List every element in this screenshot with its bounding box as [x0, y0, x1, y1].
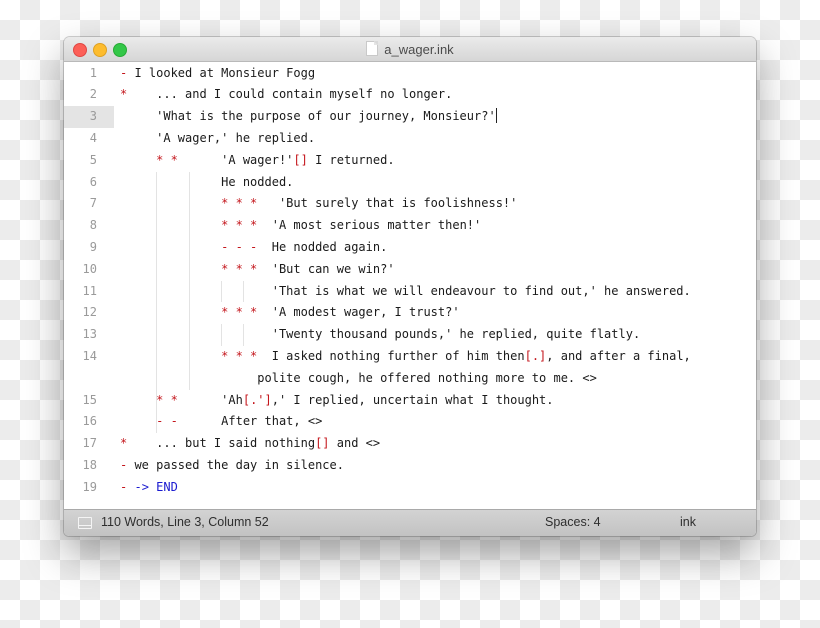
ink-markup-token: * * * — [221, 305, 258, 320]
line-number: 17 — [82, 436, 97, 451]
code-text: I asked nothing further of him then — [257, 348, 525, 363]
ink-markup-token: [.] — [524, 348, 547, 363]
code-line[interactable]: * * 'Ah[.'],' I replied, uncertain what … — [120, 390, 554, 412]
text-cursor — [495, 108, 497, 124]
document-icon — [366, 41, 379, 56]
code-text: polite cough, he offered nothing more to… — [120, 370, 597, 385]
line-number: 6 — [89, 174, 97, 189]
line-number: 14 — [82, 348, 97, 363]
code-line[interactable]: - - After that, <> — [120, 411, 322, 433]
code-line[interactable]: * * * I asked nothing further of him the… — [120, 346, 691, 368]
divert-token: -> END — [134, 479, 178, 494]
code-line[interactable]: * ... and I could contain myself no long… — [120, 84, 452, 106]
code-line[interactable]: 'Twenty thousand pounds,' he replied, qu… — [120, 324, 640, 346]
code-line[interactable]: polite cough, he offered nothing more to… — [120, 368, 597, 390]
line-number: 18 — [82, 457, 97, 472]
code-text: ... but I said nothing — [127, 436, 316, 451]
code-text: 'Twenty thousand pounds,' he replied, qu… — [120, 327, 641, 342]
line-number: 7 — [89, 196, 97, 211]
code-text: 'But surely that is foolishness!' — [257, 196, 518, 211]
code-text: 'A most serious matter then!' — [257, 218, 482, 233]
code-text: 'Ah — [177, 392, 243, 407]
code-line[interactable]: * * * 'A most serious matter then!' — [120, 215, 481, 237]
editor-window: a_wager.ink 1 2 3 4 5 6 7 8 9 10 11 12 13 14 15 16 17 18 1… — [64, 37, 756, 536]
line-number-gutter: 1 2 3 4 5 6 7 8 9 10 11 12 13 14 15 16 17 18 19 — [64, 62, 114, 510]
line-number: 3 — [89, 109, 97, 124]
code-text: After that, <> — [177, 414, 323, 429]
code-text: He nodded. — [120, 174, 294, 189]
code-text: 'A wager!' — [177, 152, 294, 167]
code-text: 'But can we win?' — [257, 261, 395, 276]
code-line[interactable]: * * * 'But can we win?' — [120, 259, 395, 281]
code-line[interactable]: * ... but I said nothing[] and <> — [120, 433, 380, 455]
line-number: 10 — [82, 261, 97, 276]
syntax-status[interactable]: ink — [680, 515, 696, 529]
code-line[interactable]: 'That is what we will endeavour to find … — [120, 281, 691, 303]
ink-markup-token: - - — [156, 414, 178, 429]
ink-markup-token: [.'] — [242, 392, 272, 407]
ink-markup-token: * * * — [221, 196, 258, 211]
ink-markup-token: [] — [293, 152, 308, 167]
ink-markup-token: * * * — [221, 261, 258, 276]
line-number: 5 — [89, 152, 97, 167]
status-bar: 110 Words, Line 3, Column 52 Spaces: 4 i… — [64, 509, 756, 536]
window-title-text: a_wager.ink — [384, 42, 454, 57]
line-number: 13 — [82, 327, 97, 342]
title-bar[interactable]: a_wager.ink — [64, 37, 756, 62]
line-number: 16 — [82, 414, 97, 429]
ink-markup-token: [] — [315, 436, 330, 451]
code-line[interactable]: - - - He nodded again. — [120, 237, 387, 259]
window-title: a_wager.ink — [64, 41, 756, 57]
code-line[interactable]: 'A wager,' he replied. — [120, 128, 315, 150]
line-number: 1 — [89, 65, 97, 80]
line-number: 8 — [89, 218, 97, 233]
code-text: ,' I replied, uncertain what I thought. — [271, 392, 554, 407]
line-number: 11 — [82, 283, 97, 298]
line-number: 2 — [89, 87, 97, 102]
line-number: 19 — [82, 479, 97, 494]
code-text: I returned. — [307, 152, 395, 167]
code-text: 'What is the purpose of our journey, Mon… — [120, 109, 496, 124]
indentation-status[interactable]: Spaces: 4 — [545, 515, 601, 529]
line-number: 15 — [82, 392, 97, 407]
code-text: we passed the day in silence. — [127, 457, 344, 472]
ink-markup-token: * * — [156, 392, 178, 407]
code-text: , and after a final, — [546, 348, 691, 363]
cursor-position-status[interactable]: 110 Words, Line 3, Column 52 — [101, 515, 269, 529]
ink-markup-token: * * — [156, 152, 178, 167]
line-number: 4 — [89, 130, 97, 145]
code-line[interactable]: - I looked at Monsieur Fogg — [120, 63, 315, 85]
line-number: 12 — [82, 305, 97, 320]
ink-markup-token: - - - — [221, 239, 258, 254]
code-text: ... and I could contain myself no longer… — [127, 87, 453, 102]
panel-toggle-icon[interactable] — [78, 517, 92, 529]
ink-markup-token: * * * — [221, 218, 258, 233]
code-line[interactable]: - we passed the day in silence. — [120, 455, 344, 477]
code-text: 'A wager,' he replied. — [120, 130, 316, 145]
code-text: He nodded again. — [257, 239, 388, 254]
code-line[interactable]: * * * 'But surely that is foolishness!' — [120, 193, 517, 215]
code-line[interactable]: 'What is the purpose of our journey, Mon… — [120, 106, 497, 128]
line-number: 9 — [89, 239, 97, 254]
ink-markup-token: * * * — [221, 348, 258, 363]
code-text: I looked at Monsieur Fogg — [127, 65, 316, 80]
code-text: 'A modest wager, I trust?' — [257, 305, 460, 320]
code-editor[interactable]: 1 2 3 4 5 6 7 8 9 10 11 12 13 14 15 16 17 18 19 - I looked… — [64, 62, 756, 510]
code-text: 'That is what we will endeavour to find … — [120, 283, 691, 298]
code-line[interactable]: - -> END — [120, 477, 178, 499]
code-text: and <> — [329, 436, 381, 451]
code-line[interactable]: He nodded. — [120, 172, 293, 194]
code-line[interactable]: * * * 'A modest wager, I trust?' — [120, 302, 460, 324]
code-line[interactable]: * * 'A wager!'[] I returned. — [120, 150, 395, 172]
